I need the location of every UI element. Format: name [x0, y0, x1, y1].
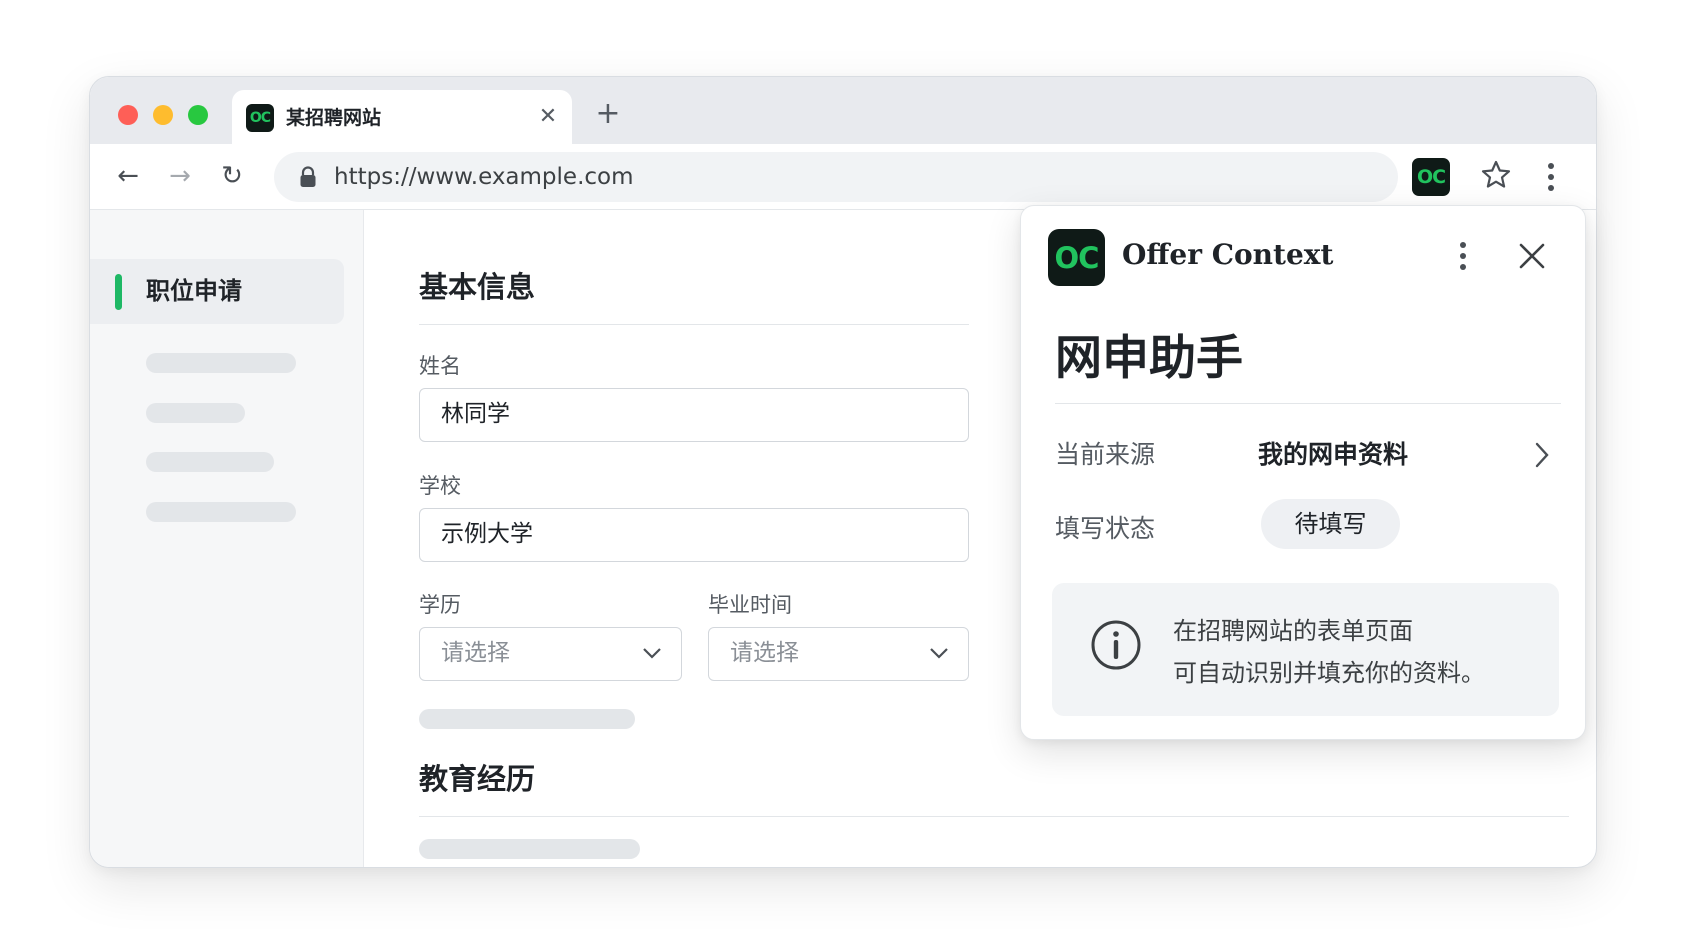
source-value-link[interactable]: 我的网申资料 [1258, 435, 1408, 471]
address-bar[interactable]: https://www.example.com [274, 152, 1398, 202]
new-tab-button[interactable]: + [590, 97, 626, 133]
sidebar-item-label: 职位申请 [146, 277, 242, 305]
lock-icon [300, 166, 316, 187]
extension-popup: OC Offer Context 网申助手 当前来源 我的网申资料 填写状态 待… [1020, 205, 1586, 740]
browser-menu-icon[interactable] [1536, 157, 1566, 197]
status-label: 填写状态 [1055, 514, 1156, 543]
chevron-down-icon [643, 648, 661, 659]
active-indicator [115, 274, 122, 310]
tab-close-icon[interactable]: ✕ [534, 103, 562, 131]
source-label: 当前来源 [1055, 440, 1156, 469]
divider [419, 324, 969, 325]
panel-title: 网申助手 [1055, 331, 1243, 386]
degree-label: 学历 [419, 593, 461, 617]
section-title-education: 教育经历 [419, 762, 536, 796]
sidebar-item-job-application[interactable]: 职位申请 [90, 259, 344, 324]
oc-extension-icon[interactable]: OC [1412, 158, 1450, 196]
form-skeleton-line [419, 839, 640, 859]
school-label: 学校 [419, 474, 461, 498]
chevron-right-icon[interactable] [1532, 440, 1552, 470]
browser-toolbar: ← → ↻ https://www.example.com OC [90, 144, 1596, 210]
degree-placeholder: 请选择 [441, 640, 510, 666]
more-options-icon[interactable] [1453, 238, 1473, 274]
url-text[interactable]: https://www.example.com [334, 152, 634, 202]
info-box: 在招聘网站的表单页面 可自动识别并填充你的资料。 [1052, 583, 1559, 716]
divider [419, 816, 1569, 817]
brand-name: Offer Context [1122, 238, 1334, 271]
sidebar: 职位申请 [90, 210, 364, 867]
info-text-line-2: 可自动识别并填充你的资料。 [1173, 659, 1485, 687]
graduation-time-select[interactable]: 请选择 [708, 627, 969, 681]
divider [1055, 403, 1561, 404]
oc-logo-icon: OC [246, 104, 274, 132]
tab-title: 某招聘网站 [286, 107, 382, 129]
close-icon[interactable] [1518, 242, 1546, 270]
school-input[interactable]: 示例大学 [419, 508, 969, 562]
name-input[interactable]: 林同学 [419, 388, 969, 442]
bookmark-star-icon[interactable] [1478, 157, 1514, 193]
graduation-time-label: 毕业时间 [708, 593, 792, 617]
sidebar-skeleton-item [146, 502, 296, 522]
form-skeleton-line [419, 709, 635, 729]
oc-logo-icon: OC [1048, 229, 1105, 286]
info-icon [1091, 620, 1141, 670]
tab-strip: OC 某招聘网站 ✕ + [90, 77, 1596, 144]
chevron-down-icon [930, 648, 948, 659]
tab-active[interactable]: OC 某招聘网站 ✕ [232, 90, 572, 144]
sidebar-skeleton-item [146, 403, 245, 423]
back-button[interactable]: ← [110, 158, 146, 194]
reload-button[interactable]: ↻ [214, 158, 250, 194]
name-label: 姓名 [419, 354, 461, 378]
status-badge: 待填写 [1261, 499, 1400, 549]
degree-select[interactable]: 请选择 [419, 627, 682, 681]
graduation-time-placeholder: 请选择 [730, 640, 799, 666]
info-text-line-1: 在招聘网站的表单页面 [1173, 617, 1413, 645]
forward-button[interactable]: → [162, 158, 198, 194]
minimize-window-button[interactable] [153, 105, 173, 125]
sidebar-skeleton-item [146, 353, 296, 373]
maximize-window-button[interactable] [188, 105, 208, 125]
sidebar-skeleton-item [146, 452, 274, 472]
close-window-button[interactable] [118, 105, 138, 125]
section-title-basic-info: 基本信息 [419, 270, 536, 304]
